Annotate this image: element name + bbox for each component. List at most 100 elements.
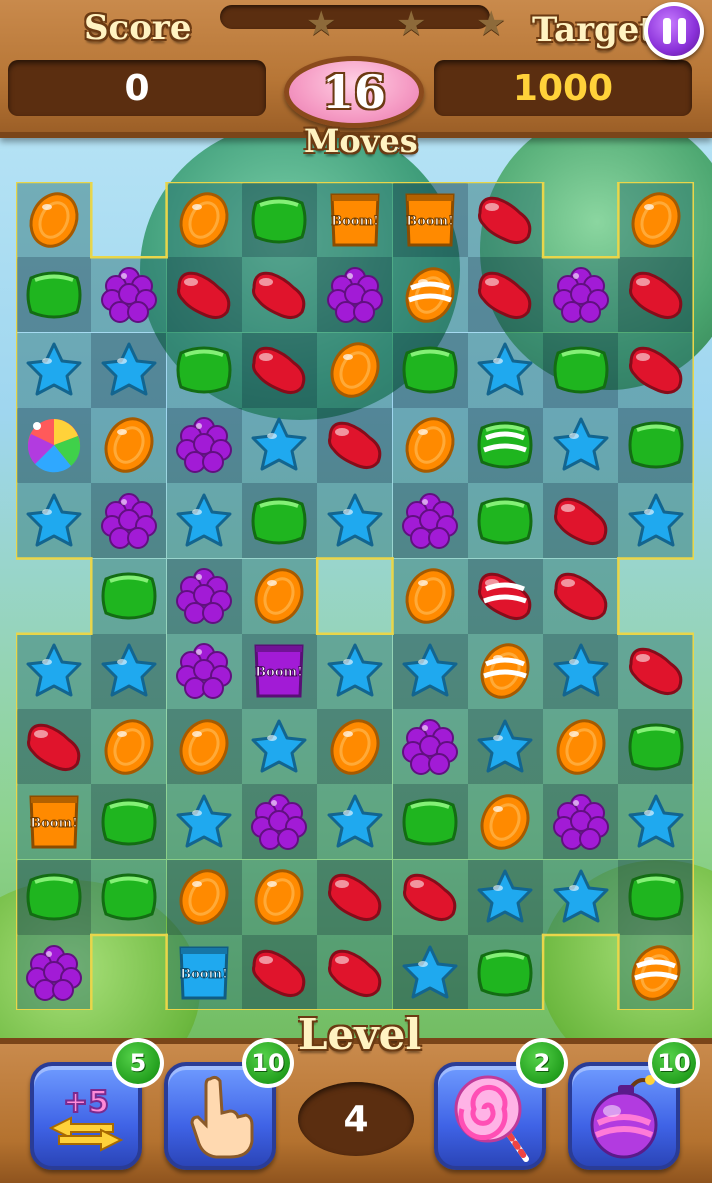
board-cell[interactable] <box>543 558 619 634</box>
board-cell[interactable] <box>166 558 242 634</box>
board-cell[interactable] <box>467 633 543 709</box>
board-cell[interactable] <box>91 859 167 935</box>
purple-grape-icon <box>173 565 235 627</box>
board-cell[interactable]: Boom! <box>166 935 242 1010</box>
board-cell[interactable] <box>166 483 242 559</box>
board-cell[interactable] <box>618 784 694 860</box>
board-cell[interactable] <box>618 935 694 1010</box>
board-cell[interactable] <box>618 182 694 257</box>
board-cell[interactable] <box>543 859 619 935</box>
board-cell[interactable] <box>166 407 242 483</box>
board-cell[interactable] <box>91 558 167 634</box>
board-cell[interactable] <box>467 483 543 559</box>
board-cell[interactable] <box>392 859 468 935</box>
red-striped-candy-icon <box>474 565 536 627</box>
board-cell[interactable] <box>16 257 91 333</box>
board-cell[interactable] <box>618 859 694 935</box>
board-cell[interactable] <box>467 709 543 785</box>
board-cell[interactable] <box>241 558 317 634</box>
board-cell[interactable] <box>166 332 242 408</box>
board-cell[interactable]: Boom! <box>392 182 468 257</box>
board-cell[interactable] <box>91 257 167 333</box>
board-cell[interactable] <box>91 633 167 709</box>
board-cell[interactable]: Boom! <box>16 784 91 860</box>
board-cell[interactable] <box>91 407 167 483</box>
board-cell[interactable] <box>241 784 317 860</box>
board-cell[interactable] <box>467 558 543 634</box>
board-cell[interactable] <box>467 407 543 483</box>
board-cell[interactable]: Boom! <box>241 633 317 709</box>
board-cell[interactable] <box>16 332 91 408</box>
board-cell[interactable] <box>467 859 543 935</box>
board-cell[interactable] <box>392 935 468 1010</box>
board-cell[interactable] <box>317 332 393 408</box>
blue-star-icon <box>173 490 235 552</box>
board-cell[interactable] <box>618 709 694 785</box>
board-cell[interactable] <box>618 483 694 559</box>
board-cell[interactable] <box>166 633 242 709</box>
board-cell[interactable] <box>16 407 91 483</box>
board-cell[interactable] <box>241 935 317 1010</box>
board-cell[interactable] <box>166 709 242 785</box>
orange-candy-icon <box>173 866 235 928</box>
board-cell[interactable] <box>317 633 393 709</box>
board-cell[interactable] <box>317 407 393 483</box>
board-cell[interactable] <box>392 633 468 709</box>
board-cell[interactable] <box>16 483 91 559</box>
board-cell[interactable] <box>16 182 91 257</box>
board-cell[interactable] <box>166 784 242 860</box>
board-cell[interactable] <box>16 859 91 935</box>
board-cell[interactable] <box>392 332 468 408</box>
board-cell[interactable] <box>543 784 619 860</box>
board-cell[interactable] <box>166 257 242 333</box>
board-cell[interactable] <box>317 709 393 785</box>
board-cell[interactable] <box>241 257 317 333</box>
board-cell[interactable] <box>392 483 468 559</box>
board-cell[interactable] <box>618 407 694 483</box>
board-cell[interactable] <box>618 633 694 709</box>
board-cell[interactable] <box>543 483 619 559</box>
board-cell[interactable] <box>317 257 393 333</box>
board-cell[interactable] <box>166 182 242 257</box>
board-cell[interactable]: Boom! <box>317 182 393 257</box>
board-cell[interactable] <box>241 182 317 257</box>
board-cell[interactable] <box>543 407 619 483</box>
board-cell[interactable] <box>392 784 468 860</box>
board-cell[interactable] <box>467 257 543 333</box>
board-cell[interactable] <box>91 483 167 559</box>
board-cell[interactable] <box>392 709 468 785</box>
board-cell[interactable] <box>317 784 393 860</box>
board-cell[interactable] <box>16 935 91 1010</box>
board-cell[interactable] <box>16 633 91 709</box>
board-cell[interactable] <box>317 859 393 935</box>
board-cell[interactable] <box>618 257 694 333</box>
board-cell[interactable] <box>241 332 317 408</box>
board-cell[interactable] <box>392 257 468 333</box>
board-cell[interactable] <box>467 935 543 1010</box>
green-candy-icon <box>399 339 461 401</box>
board-cell[interactable] <box>241 483 317 559</box>
board-cell[interactable] <box>618 332 694 408</box>
board-cell[interactable] <box>467 332 543 408</box>
board-cell[interactable] <box>16 709 91 785</box>
board-cell[interactable] <box>543 709 619 785</box>
board-cell[interactable] <box>91 709 167 785</box>
board-cell[interactable] <box>543 257 619 333</box>
board-cell[interactable] <box>317 483 393 559</box>
board-cell[interactable] <box>543 332 619 408</box>
board-cell[interactable] <box>241 859 317 935</box>
board-cell[interactable] <box>91 332 167 408</box>
board-cell[interactable] <box>392 558 468 634</box>
board-cell[interactable] <box>91 784 167 860</box>
board-cell[interactable] <box>543 633 619 709</box>
board-cell[interactable] <box>166 859 242 935</box>
board-cell[interactable] <box>467 182 543 257</box>
booster-lollipop-count: 2 <box>516 1038 568 1088</box>
board-cell[interactable] <box>241 407 317 483</box>
pause-button[interactable] <box>644 2 704 60</box>
board-cell[interactable] <box>392 407 468 483</box>
board-cell[interactable] <box>241 709 317 785</box>
board-cell[interactable] <box>467 784 543 860</box>
orange-striped-candy-icon <box>625 942 687 1004</box>
board-cell[interactable] <box>317 935 393 1010</box>
